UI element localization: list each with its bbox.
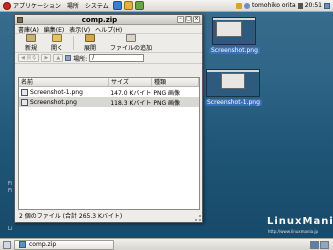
open-folder-icon	[52, 34, 62, 42]
brand-url: http://www.linuxmania.jp	[268, 229, 318, 234]
top-panel: アプリケーション 場所 システム tomohiko orita 20:51	[0, 0, 333, 12]
menu-archive[interactable]: 書庫(A)	[18, 25, 39, 34]
desktop-text-fragment: Fi	[8, 188, 12, 194]
file-name: Screenshot-1.png	[30, 88, 83, 96]
desktop-icon-screenshot-1[interactable]: Screenshot-1.png	[205, 69, 262, 106]
column-size[interactable]: サイズ	[109, 78, 152, 86]
location-input[interactable]: /	[89, 54, 145, 62]
status-bar: 2 個のファイル (合計 265.3 Kバイト)	[19, 213, 123, 220]
home-icon[interactable]	[65, 55, 72, 61]
show-desktop-icon[interactable]	[3, 241, 11, 249]
brand-logo: LinuxMania	[267, 216, 333, 227]
menu-view[interactable]: 表示(V)	[69, 25, 90, 34]
maximize-button[interactable]: □	[185, 16, 192, 23]
back-button[interactable]: ◀ 戻る	[18, 54, 40, 62]
file-list: 名前 サイズ 種類 Screenshot-1.png 147.0 Kバイト PN…	[18, 77, 200, 210]
location-bar: ◀ 戻る ▶ ▲ 場所: /	[15, 53, 202, 64]
open-button[interactable]: 開く	[44, 34, 70, 52]
network-icon[interactable]	[324, 2, 330, 9]
back-button-label: 戻る	[26, 55, 37, 61]
extract-button[interactable]: 展開	[77, 34, 103, 52]
user-name[interactable]: tomohiko orita	[252, 2, 296, 9]
user-icon	[244, 2, 251, 9]
image-file-icon	[21, 98, 28, 106]
redhat-logo-icon	[3, 1, 11, 10]
desktop-icon-label: Screenshot-1.png	[205, 99, 262, 106]
archive-manager-window: comp.zip – □ × 書庫(A) 編集(E) 表示(V) ヘルプ(H) …	[14, 14, 203, 223]
system-menu-label: システム	[84, 3, 109, 10]
add-files-icon	[126, 34, 136, 42]
close-button[interactable]: ×	[193, 16, 200, 23]
forward-button[interactable]: ▶	[41, 54, 52, 62]
archive-icon	[19, 241, 26, 248]
column-name[interactable]: 名前	[19, 78, 109, 86]
applications-menu-label: アプリケーション	[13, 3, 61, 10]
workspace-switcher	[310, 240, 329, 249]
extract-icon	[85, 34, 95, 42]
open-button-label: 開く	[50, 45, 63, 52]
resize-grip[interactable]	[195, 215, 201, 221]
taskbar-button-label: comp.zip	[29, 241, 57, 248]
file-type: PNG 画像	[153, 99, 181, 107]
menubar: 書庫(A) 編集(E) 表示(V) ヘルプ(H)	[15, 25, 202, 34]
file-size: 147.0 Kバイト	[110, 89, 152, 97]
screenshot-thumbnail-icon	[212, 17, 257, 45]
file-name: Screenshot.png	[30, 98, 77, 106]
file-row[interactable]: Screenshot-1.png 147.0 Kバイト PNG 画像	[19, 87, 199, 97]
places-menu-label: 場所	[66, 3, 79, 10]
add-files-button-label: ファイルの追加	[109, 45, 152, 52]
bottom-panel: comp.zip	[0, 238, 333, 250]
workspace-1[interactable]	[310, 240, 319, 249]
taskbar-button-comp-zip[interactable]: comp.zip	[14, 239, 114, 250]
workspace-2[interactable]	[320, 240, 329, 249]
system-menu[interactable]: システム	[82, 0, 112, 12]
desktop-text-fragment: Fi	[8, 181, 12, 187]
image-file-icon	[21, 88, 28, 96]
file-list-header: 名前 サイズ 種類	[19, 78, 199, 87]
location-label: 場所:	[73, 55, 88, 63]
file-size: 118.3 Kバイト	[110, 99, 152, 107]
applications-menu[interactable]: アプリケーション	[0, 0, 64, 12]
toolbar-separator	[73, 36, 74, 50]
column-type[interactable]: 種類	[152, 78, 199, 86]
add-files-button[interactable]: ファイルの追加	[103, 34, 159, 52]
toolbar: 新規 開く 展開 ファイルの追加	[15, 34, 202, 53]
menu-edit[interactable]: 編集(E)	[44, 25, 64, 34]
browser-launcher-icon[interactable]	[112, 1, 122, 10]
places-menu[interactable]: 場所	[64, 0, 82, 12]
window-titlebar[interactable]: comp.zip – □ ×	[15, 15, 202, 25]
window-title: comp.zip	[81, 15, 118, 24]
new-archive-icon	[26, 34, 36, 42]
file-row[interactable]: Screenshot.png 118.3 Kバイト PNG 画像	[19, 97, 199, 107]
extract-button-label: 展開	[83, 45, 96, 52]
clock[interactable]: 20:51	[305, 2, 322, 9]
new-button[interactable]: 新規	[18, 34, 44, 52]
file-type: PNG 画像	[153, 89, 181, 97]
desktop-text-fragment: Li	[8, 226, 13, 232]
notification-icon[interactable]	[236, 2, 243, 9]
system-tray: tomohiko orita 20:51	[236, 2, 333, 9]
mail-launcher-icon[interactable]	[123, 1, 133, 10]
screenshot-thumbnail-icon	[206, 69, 261, 97]
office-launcher-icon[interactable]	[134, 1, 144, 10]
desktop-icon-label: Screenshot.png	[209, 47, 260, 54]
up-button[interactable]: ▲	[53, 54, 64, 62]
menu-help[interactable]: ヘルプ(H)	[95, 25, 122, 34]
volume-icon[interactable]	[297, 2, 303, 9]
new-button-label: 新規	[24, 45, 37, 52]
desktop-icon-screenshot[interactable]: Screenshot.png	[209, 17, 260, 54]
minimize-button[interactable]: –	[177, 16, 184, 23]
